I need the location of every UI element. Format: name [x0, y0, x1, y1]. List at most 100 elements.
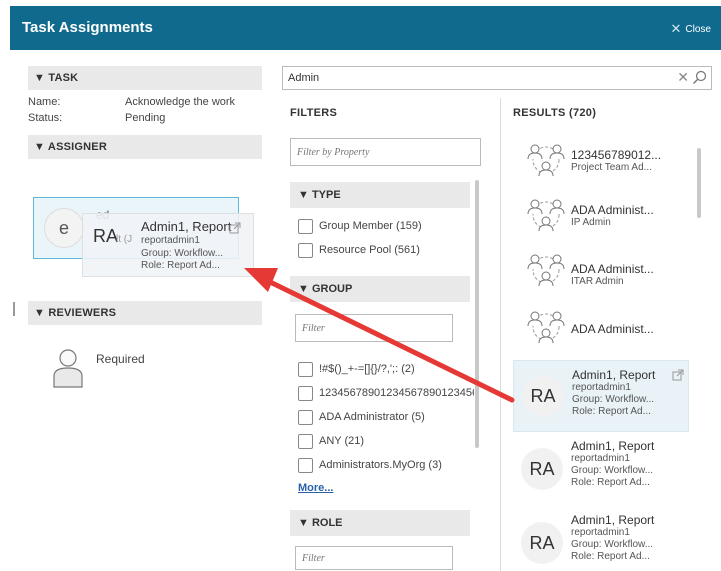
result-title: Admin1, Report	[571, 513, 655, 527]
group-icon	[523, 250, 569, 290]
result-text: Admin1, Report reportadmin1 Group: Workf…	[572, 368, 655, 418]
clear-search-icon[interactable]: ✕	[677, 69, 689, 86]
more-groups-link[interactable]: More...	[298, 482, 333, 494]
result-group: Group: Workflow...	[571, 465, 654, 477]
type-filter-item[interactable]: Group Member (159)	[298, 215, 470, 237]
group-filter-item[interactable]: ADA Administrator (5)	[298, 406, 474, 428]
result-title: Admin1, Report	[571, 439, 655, 453]
group-icon	[523, 140, 569, 180]
type-filter-item[interactable]: Resource Pool (561)	[298, 239, 470, 261]
ghost-name: Admin1, Report	[141, 219, 232, 234]
result-text: Admin1, Report reportadmin1 Group: Workf…	[571, 513, 654, 563]
assigner-section-header[interactable]: ▼ ASSIGNER	[28, 135, 262, 159]
result-avatar: RA	[521, 448, 563, 490]
assigner-avatar: e	[44, 208, 84, 248]
checkbox[interactable]	[298, 361, 313, 377]
result-title: ADA Administ...	[571, 262, 654, 276]
title-bar-background: Task Assignments ✕ Close	[10, 6, 721, 50]
external-link-icon	[229, 222, 241, 237]
group-group-header[interactable]: ▼ GROUP	[290, 276, 470, 302]
type-filter-label: Resource Pool (561)	[319, 244, 420, 256]
group-filter-label: Administrators.MyOrg (3)	[319, 459, 442, 471]
task-status-key: Status:	[28, 112, 63, 124]
group-filter-item[interactable]: !#$()_+-=[]{}/?,';: (2)	[298, 358, 474, 380]
result-text: ADA Administ...	[571, 322, 654, 336]
result-item-person[interactable]: RA Admin1, Report reportadmin1 Group: Wo…	[513, 434, 689, 506]
task-name-value: Acknowledge the work	[125, 96, 236, 108]
close-icon: ✕	[670, 21, 682, 36]
result-item-group[interactable]: ADA Administ...	[513, 303, 689, 357]
result-item-group[interactable]: ADA Administ... IP Admin	[513, 193, 689, 247]
result-title: 123456789012...	[571, 148, 662, 162]
group-filter-label: !#$()_+-=[]{}/?,';: (2)	[319, 363, 415, 375]
task-name-row: Name: Acknowledge the work	[28, 96, 262, 108]
group-filter-item[interactable]: 12345678901234567890123456789	[298, 382, 474, 404]
checkbox[interactable]	[298, 242, 313, 258]
filters-scrollbar[interactable]	[475, 180, 479, 448]
results-panel: RESULTS (720) 123456789012... Project Te…	[500, 98, 721, 571]
ghost-role: Role: Report Ad...	[141, 260, 220, 272]
checkbox[interactable]	[298, 218, 313, 234]
result-item-group[interactable]: 123456789012... Project Team Ad...	[513, 136, 689, 190]
role-group-header[interactable]: ▼ ROLE	[290, 510, 470, 536]
task-name-key: Name:	[28, 96, 61, 108]
search-icon[interactable]	[692, 70, 707, 85]
ghost-login: reportadmin1	[141, 235, 200, 247]
result-subtitle: IP Admin	[571, 217, 611, 229]
filters-panel: FILTERS ▼ TYPE Group Member (159) Resour…	[290, 98, 486, 571]
group-filter-item[interactable]: ANY (21)	[298, 430, 474, 452]
task-status-value: Pending	[125, 112, 166, 124]
close-label: Close	[685, 23, 711, 35]
result-subtitle: Project Team Ad...	[571, 162, 652, 174]
result-title: Admin1, Report	[572, 368, 656, 382]
filter-by-property-input[interactable]	[290, 138, 481, 166]
result-role: Role: Report Ad...	[571, 551, 650, 563]
group-filter-label: ADA Administrator (5)	[319, 411, 425, 423]
checkbox[interactable]	[298, 385, 313, 401]
checkbox[interactable]	[298, 433, 313, 449]
type-group-header[interactable]: ▼ TYPE	[290, 182, 470, 208]
left-panel: ▼ TASK Name: Acknowledge the work Status…	[28, 66, 262, 325]
search-input[interactable]	[283, 67, 663, 89]
result-title: ADA Administ...	[571, 322, 654, 336]
title-bar: Task Assignments ✕ Close	[0, 0, 721, 55]
ghost-behind-text: lt (J	[116, 234, 133, 245]
group-icon	[523, 307, 569, 347]
ghost-info: Admin1, Report reportadmin1 Group: Workf…	[141, 219, 231, 273]
close-button[interactable]: ✕ Close	[671, 21, 711, 37]
result-text: ADA Administ... IP Admin	[571, 203, 654, 229]
role-filter-input[interactable]	[295, 546, 453, 570]
task-status-row: Status: Pending	[28, 112, 262, 124]
result-item-group[interactable]: ADA Administ... ITAR Admin	[513, 248, 689, 302]
checkbox[interactable]	[298, 457, 313, 473]
result-group: Group: Workflow...	[572, 394, 655, 406]
result-avatar: RA	[522, 375, 564, 417]
result-subtitle: reportadmin1	[571, 527, 630, 539]
task-section-header[interactable]: ▼ TASK	[28, 66, 262, 90]
panel-splitter-handle[interactable]	[13, 302, 15, 316]
reviewer-required-item[interactable]: Required	[52, 348, 145, 391]
reviewer-required-label: Required	[96, 352, 145, 366]
group-filter-item[interactable]: Administrators.MyOrg (3)	[298, 454, 474, 476]
window-title: Task Assignments	[22, 19, 153, 36]
group-filter-label: 12345678901234567890123456789	[319, 387, 474, 399]
result-subtitle: ITAR Admin	[571, 276, 624, 288]
checkbox[interactable]	[298, 409, 313, 425]
external-link-icon[interactable]	[672, 369, 684, 384]
result-text: Admin1, Report reportadmin1 Group: Workf…	[571, 439, 654, 489]
group-filter-input[interactable]	[295, 314, 453, 342]
search-box: ✕	[282, 66, 712, 90]
ghost-group: Group: Workflow...	[141, 247, 224, 259]
result-text: 123456789012... Project Team Ad...	[571, 148, 661, 174]
result-subtitle: reportadmin1	[572, 382, 631, 394]
result-item-person[interactable]: RA Admin1, Report reportadmin1 Group: Wo…	[513, 508, 689, 570]
result-text: ADA Administ... ITAR Admin	[571, 262, 654, 288]
result-group: Group: Workflow...	[571, 539, 654, 551]
result-avatar: RA	[521, 522, 563, 564]
person-icon	[52, 348, 84, 391]
results-scrollbar[interactable]	[697, 148, 701, 218]
result-subtitle: reportadmin1	[571, 453, 630, 465]
result-title: ADA Administ...	[571, 203, 654, 217]
reviewers-section-header[interactable]: ▼ REVIEWERS	[28, 301, 262, 325]
result-item-person[interactable]: RA Admin1, Report reportadmin1 Group: Wo…	[513, 360, 689, 432]
